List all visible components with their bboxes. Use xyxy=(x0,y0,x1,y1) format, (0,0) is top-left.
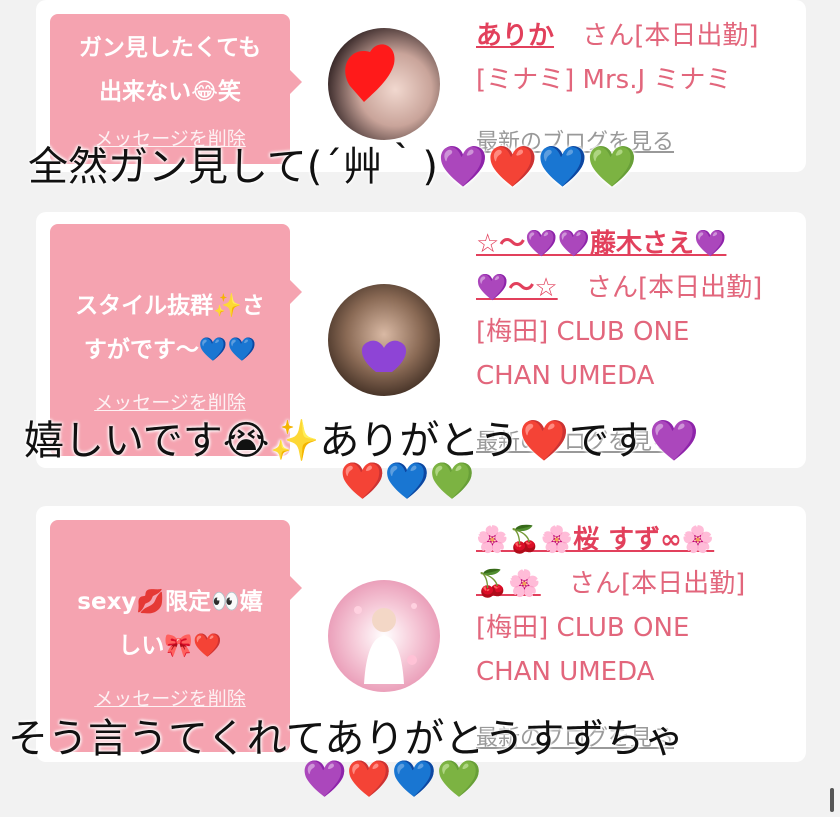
cast-status: さん[本日出勤] xyxy=(582,21,759,51)
comment-text: スタイル抜群✨さ すがです〜💙💙 xyxy=(58,284,282,372)
cast-name-link[interactable]: 💜〜☆ xyxy=(476,273,558,303)
avatar-heart-sticker-icon xyxy=(345,44,395,102)
comment-text: sexy💋限定👀嬉 しい🎀❤️ xyxy=(58,580,282,668)
comment-line: スタイル抜群✨さ xyxy=(75,293,265,319)
cast-name-line: ありか さん[本日出勤] xyxy=(476,14,796,58)
avatar-person-photo-icon xyxy=(354,603,417,684)
overlay-caption-2: 嬉しいです😭✨ありがとう❤️です💜 xyxy=(24,418,699,464)
cast-name-line: 💜〜☆ さん[本日出勤] xyxy=(476,266,796,310)
cast-status: さん[本日出勤] xyxy=(569,569,746,599)
overlay-hearts-2: ❤️💙💚 xyxy=(340,461,475,502)
cast-info: 🌸🍒🌸桜 すず∞🌸 🍒🌸 さん[本日出勤] [梅田] CLUB ONE CHAN… xyxy=(476,518,796,694)
avatar[interactable] xyxy=(328,580,440,692)
comment-line: 出来ない😂笑 xyxy=(99,79,241,105)
avatar[interactable] xyxy=(328,28,440,140)
scrollbar[interactable] xyxy=(830,788,834,812)
shop-name: [梅田] CLUB ONE xyxy=(476,613,690,643)
cast-name-link[interactable]: ありか xyxy=(476,21,554,51)
cast-info: ☆〜💜💜藤木さえ💜 💜〜☆ さん[本日出勤] [梅田] CLUB ONE CHA… xyxy=(476,222,796,398)
cast-name-link[interactable]: ☆〜💜💜藤木さえ💜 xyxy=(476,222,796,266)
comment-line: すがです〜💙💙 xyxy=(83,337,257,363)
cast-name-line: 🍒🌸 さん[本日出勤] xyxy=(476,562,796,606)
cast-status: さん[本日出勤] xyxy=(585,273,763,303)
cast-name-link[interactable]: 🍒🌸 xyxy=(476,569,541,599)
cast-name-link[interactable]: 🌸🍒🌸桜 すず∞🌸 xyxy=(476,518,796,562)
shop-name: [梅田] CLUB ONE xyxy=(476,317,690,347)
shop-name-cont: CHAN UMEDA xyxy=(476,657,655,687)
cast-info: ありか さん[本日出勤] [ミナミ] Mrs.J ミナミ xyxy=(476,14,796,102)
comment-line: ガン見したくても xyxy=(78,35,262,61)
overlay-caption-1: 全然ガン見して(´艸｀)💜❤️💙💚 xyxy=(28,144,638,190)
avatar[interactable] xyxy=(328,284,440,396)
comment-text: ガン見したくても 出来ない😂笑 xyxy=(58,26,282,114)
comment-line: しい🎀❤️ xyxy=(118,633,222,659)
overlay-hearts-3: 💜❤️💙💚 xyxy=(302,759,482,800)
comment-line: sexy💋限定👀嬉 xyxy=(77,589,263,615)
avatar-purple-heart-sticker-icon xyxy=(361,340,407,372)
overlay-caption-3: そう言うてくれてありがとうすずちゃ xyxy=(8,716,685,762)
shop-name-cont: CHAN UMEDA xyxy=(476,361,655,391)
shop-name: [ミナミ] Mrs.J ミナミ xyxy=(476,65,732,95)
